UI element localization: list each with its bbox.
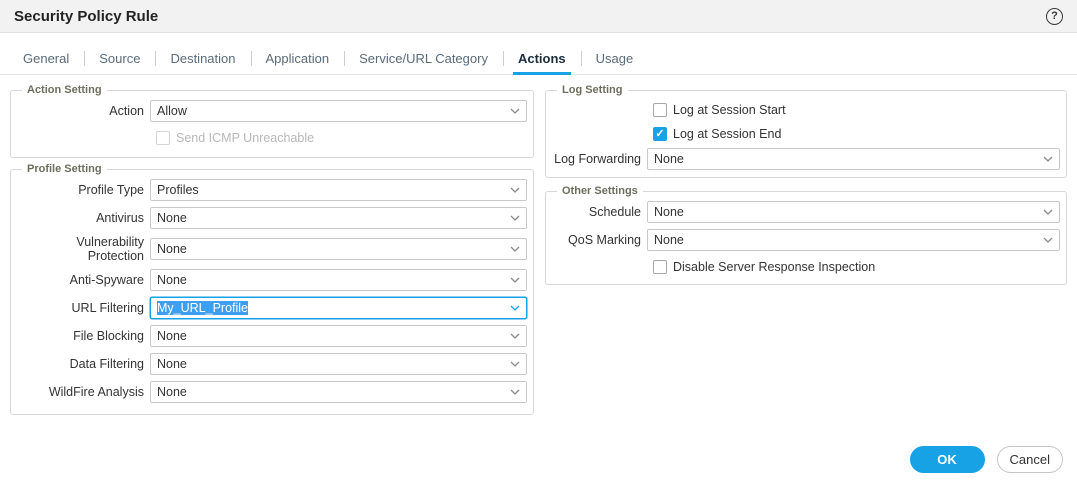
antivirus-select[interactable]: None: [150, 207, 527, 229]
qos-marking-select[interactable]: None: [647, 229, 1060, 251]
url-filtering-label: URL Filtering: [17, 301, 150, 315]
anti-spyware-select[interactable]: None: [150, 269, 527, 291]
chevron-down-icon: [510, 389, 520, 395]
chevron-down-icon: [510, 108, 520, 114]
chevron-down-icon: [510, 246, 520, 252]
qos-marking-row: QoS Marking None: [552, 229, 1060, 251]
wildfire-analysis-row: WildFire Analysis None: [17, 381, 527, 403]
tab-service-url-category[interactable]: Service/URL Category: [344, 42, 503, 74]
vulnerability-protection-select[interactable]: None: [150, 238, 527, 260]
url-filtering-row: URL Filtering My_URL_Profile: [17, 297, 527, 319]
chevron-down-icon: [510, 361, 520, 367]
anti-spyware-label: Anti-Spyware: [17, 273, 150, 287]
wildfire-analysis-select[interactable]: None: [150, 381, 527, 403]
profile-type-label: Profile Type: [17, 183, 150, 197]
data-filtering-label: Data Filtering: [17, 357, 150, 371]
chevron-down-icon: [510, 187, 520, 193]
checkbox-log-at-session-end[interactable]: [653, 127, 667, 141]
chevron-down-icon: [510, 277, 520, 283]
log-forwarding-select[interactable]: None: [647, 148, 1060, 170]
log-session-start-row: Log at Session Start: [653, 100, 1060, 120]
send-icmp-row: Send ICMP Unreachable: [156, 128, 527, 148]
action-select[interactable]: Allow: [150, 100, 527, 122]
dialog-titlebar: Security Policy Rule ?: [0, 0, 1077, 33]
tab-actions[interactable]: Actions: [503, 42, 581, 74]
schedule-row: Schedule None: [552, 201, 1060, 223]
url-filtering-select[interactable]: My_URL_Profile: [150, 297, 527, 319]
vulnerability-protection-label: Vulnerability Protection: [17, 235, 150, 263]
cancel-button[interactable]: Cancel: [997, 446, 1063, 473]
tab-bar: General Source Destination Application S…: [0, 42, 1077, 75]
security-policy-rule-dialog: Security Policy Rule ? General Source De…: [0, 0, 1077, 485]
qos-marking-label: QoS Marking: [552, 233, 647, 247]
profile-type-row: Profile Type Profiles: [17, 179, 527, 201]
vulnerability-protection-row: Vulnerability Protection None: [17, 235, 527, 263]
data-filtering-select[interactable]: None: [150, 353, 527, 375]
help-icon[interactable]: ?: [1046, 8, 1063, 25]
antivirus-label: Antivirus: [17, 211, 150, 225]
chevron-down-icon: [510, 333, 520, 339]
log-session-end-label: Log at Session End: [673, 127, 781, 141]
checkbox-send-icmp-unreachable[interactable]: [156, 131, 170, 145]
file-blocking-select[interactable]: None: [150, 325, 527, 347]
profile-setting-legend: Profile Setting: [22, 163, 107, 175]
antivirus-row: Antivirus None: [17, 207, 527, 229]
log-session-end-row: Log at Session End: [653, 124, 1060, 144]
disable-sri-label: Disable Server Response Inspection: [673, 260, 875, 274]
tab-source[interactable]: Source: [84, 42, 155, 74]
schedule-label: Schedule: [552, 205, 647, 219]
chevron-down-icon: [1043, 237, 1053, 243]
log-session-start-label: Log at Session Start: [673, 103, 786, 117]
data-filtering-row: Data Filtering None: [17, 353, 527, 375]
file-blocking-label: File Blocking: [17, 329, 150, 343]
anti-spyware-row: Anti-Spyware None: [17, 269, 527, 291]
dialog-footer: OK Cancel: [910, 446, 1063, 473]
disable-sri-row: Disable Server Response Inspection: [653, 257, 1060, 277]
schedule-select[interactable]: None: [647, 201, 1060, 223]
tab-general[interactable]: General: [8, 42, 84, 74]
action-setting-legend: Action Setting: [22, 84, 107, 96]
tab-usage[interactable]: Usage: [581, 42, 649, 74]
action-setting-group: Action Setting Action Allow Send ICMP Un…: [10, 84, 534, 158]
dialog-title: Security Policy Rule: [14, 8, 158, 25]
send-icmp-label: Send ICMP Unreachable: [176, 131, 314, 145]
profile-type-select[interactable]: Profiles: [150, 179, 527, 201]
other-settings-legend: Other Settings: [557, 185, 643, 197]
file-blocking-row: File Blocking None: [17, 325, 527, 347]
chevron-down-icon: [1043, 209, 1053, 215]
tab-application[interactable]: Application: [251, 42, 345, 74]
checkbox-disable-server-response-inspection[interactable]: [653, 260, 667, 274]
profile-setting-group: Profile Setting Profile Type Profiles An…: [10, 163, 534, 415]
chevron-down-icon: [510, 305, 520, 311]
other-settings-group: Other Settings Schedule None QoS Marking…: [545, 185, 1067, 285]
action-row: Action Allow: [17, 100, 527, 122]
log-forwarding-label: Log Forwarding: [552, 152, 647, 166]
tab-destination[interactable]: Destination: [155, 42, 250, 74]
chevron-down-icon: [1043, 156, 1053, 162]
wildfire-analysis-label: WildFire Analysis: [17, 385, 150, 399]
log-setting-legend: Log Setting: [557, 84, 628, 96]
log-forwarding-row: Log Forwarding None: [552, 148, 1060, 170]
action-label: Action: [17, 104, 150, 118]
ok-button[interactable]: OK: [910, 446, 985, 473]
checkbox-log-at-session-start[interactable]: [653, 103, 667, 117]
chevron-down-icon: [510, 215, 520, 221]
log-setting-group: Log Setting Log at Session Start Log at …: [545, 84, 1067, 178]
